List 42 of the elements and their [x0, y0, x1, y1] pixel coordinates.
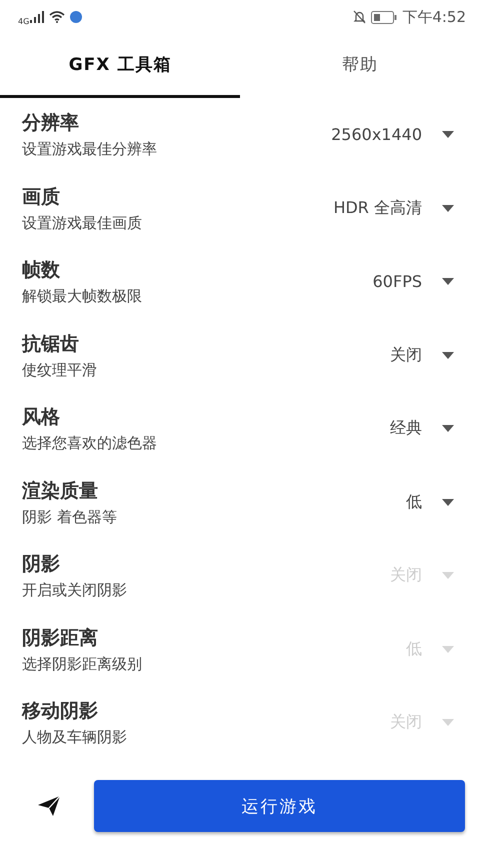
setting-title: 画质 — [22, 184, 61, 210]
dropdown-caret-icon — [442, 425, 454, 432]
setting-dropdown[interactable]: HDR 全高清 — [333, 198, 454, 219]
setting-title: 渲染质量 — [22, 478, 99, 504]
dropdown-caret-icon — [442, 278, 454, 286]
setting-description: 选择阴影距离级别 — [22, 654, 142, 674]
setting-description: 使纹理平滑 — [22, 360, 97, 380]
dropdown-caret-icon — [442, 352, 454, 359]
dropdown-caret-icon — [442, 204, 454, 212]
setting-dropdown[interactable]: 2560x1440 — [331, 125, 454, 144]
battery-icon — [371, 10, 398, 24]
setting-title: 风格 — [22, 405, 61, 430]
dropdown-caret-icon — [442, 498, 454, 506]
run-game-button[interactable]: 运行游戏 — [94, 780, 465, 832]
setting-title: 阴影距离 — [22, 626, 99, 651]
dropdown-caret-icon — [442, 572, 454, 580]
dropdown-caret-icon — [442, 131, 454, 138]
bell-off-icon — [353, 10, 366, 24]
wifi-icon — [49, 11, 66, 23]
setting-description: 开启或关闭阴影 — [22, 581, 127, 600]
dropdown-caret-icon — [442, 646, 454, 653]
setting-title: 帧数 — [22, 258, 61, 284]
dropdown-caret-icon — [442, 719, 454, 726]
setting-description: 选择您喜欢的滤色器 — [22, 434, 157, 454]
setting-title: 移动阴影 — [22, 699, 99, 724]
paper-plane-icon[interactable] — [38, 796, 60, 816]
network-label: 4G — [18, 16, 30, 26]
setting-description: 设置游戏最佳分辨率 — [22, 140, 157, 160]
setting-dropdown[interactable]: 经典 — [390, 418, 454, 440]
setting-title: 分辨率 — [22, 111, 80, 136]
setting-description: 设置游戏最佳画质 — [22, 214, 142, 233]
setting-title: 抗锯齿 — [22, 332, 80, 357]
setting-description: 解锁最大帧数极限 — [22, 287, 142, 306]
globe-icon — [70, 11, 82, 23]
setting-description: 人物及车辆阴影 — [22, 728, 127, 748]
setting-dropdown[interactable]: 60FPS — [372, 272, 454, 292]
status-time: 下午4:52 — [402, 8, 466, 26]
signal-icon — [30, 11, 44, 23]
setting-dropdown[interactable]: 关闭 — [390, 344, 454, 366]
setting-dropdown[interactable]: 低 — [406, 492, 454, 513]
setting-description: 阴影 着色器等 — [22, 508, 117, 527]
setting-title: 阴影 — [22, 552, 61, 578]
